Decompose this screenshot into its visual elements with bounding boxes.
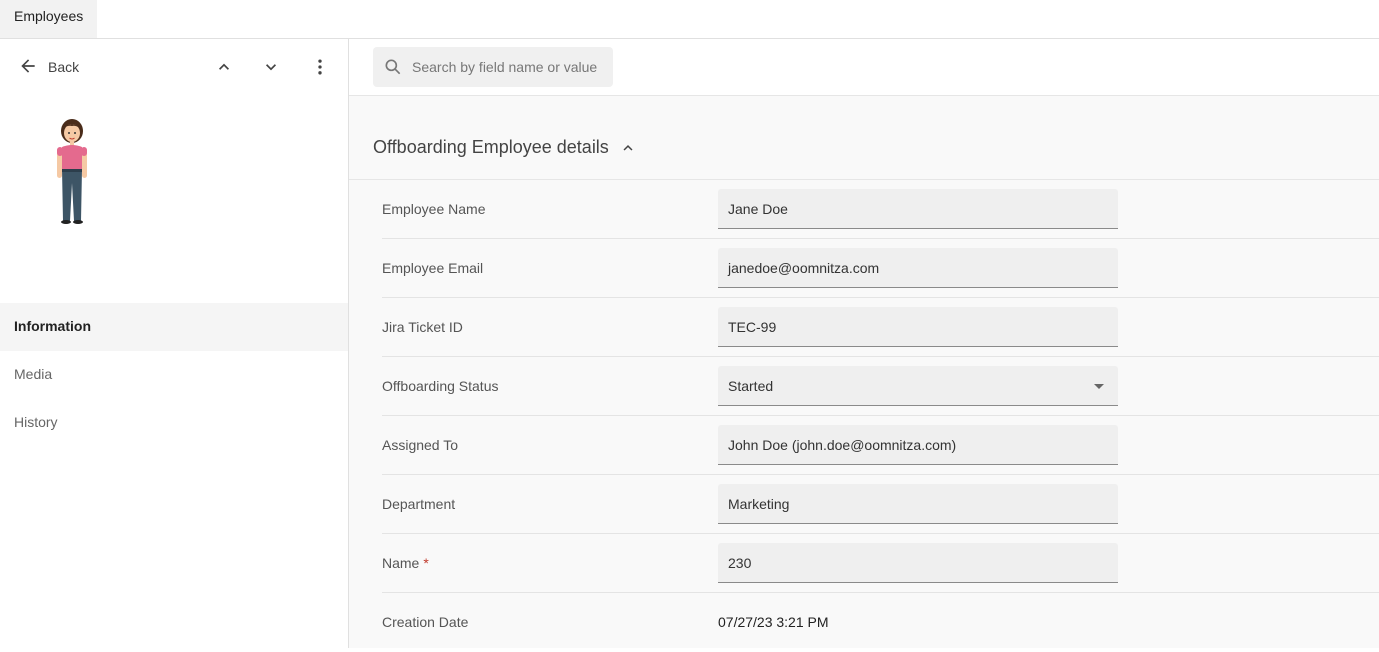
- field-row-department: Department Marketing: [382, 475, 1379, 534]
- details-panel: Offboarding Employee details Employee Na…: [349, 39, 1379, 648]
- field-label: Offboarding Status: [382, 378, 499, 394]
- jira-ticket-field[interactable]: TEC-99: [718, 307, 1118, 347]
- field-row-creation-date: Creation Date 07/27/23 3:21 PM: [382, 593, 1379, 652]
- field-label: Employee Name: [382, 201, 486, 217]
- previous-record-button[interactable]: [213, 56, 235, 78]
- section-toggle[interactable]: Offboarding Employee details: [373, 137, 637, 158]
- field-row-jira-ticket: Jira Ticket ID TEC-99: [382, 298, 1379, 357]
- required-marker: *: [423, 555, 429, 571]
- tab-employees[interactable]: Employees: [0, 0, 97, 38]
- search-box[interactable]: [373, 47, 613, 87]
- nav-history[interactable]: History: [0, 399, 348, 447]
- offboarding-status-select[interactable]: Started: [718, 366, 1118, 406]
- section-title: Offboarding Employee details: [373, 137, 609, 157]
- top-tab-bar: Employees: [0, 0, 1379, 39]
- field-label: Department: [382, 496, 456, 512]
- selected-value: Started: [728, 378, 774, 394]
- field-label: Employee Email: [382, 260, 484, 276]
- field-label: Assigned To: [382, 437, 459, 453]
- back-button[interactable]: Back: [18, 56, 79, 78]
- arrow-left-icon: [18, 56, 38, 79]
- left-panel: Back Information Media History: [0, 39, 349, 648]
- field-label: Jira Ticket ID: [382, 319, 463, 335]
- search-input[interactable]: [412, 59, 612, 75]
- field-label: Creation Date: [382, 614, 469, 630]
- chevron-down-icon: [266, 64, 276, 71]
- back-label: Back: [48, 59, 80, 75]
- search-icon: [385, 59, 401, 75]
- creation-date-value: 07/27/23 3:21 PM: [718, 614, 829, 630]
- next-record-button[interactable]: [260, 56, 282, 78]
- field-row-employee-name: Employee Name Jane Doe: [382, 180, 1379, 239]
- nav-information[interactable]: Information: [0, 303, 348, 351]
- employee-name-field[interactable]: Jane Doe: [718, 189, 1118, 229]
- chevron-up-icon: [219, 63, 229, 70]
- nav-media[interactable]: Media: [0, 351, 348, 399]
- assigned-to-field[interactable]: John Doe (john.doe@oomnitza.com): [718, 425, 1118, 465]
- section-header: Offboarding Employee details: [349, 96, 1379, 180]
- search-bar: [349, 39, 1379, 96]
- dropdown-caret-icon: [1094, 384, 1104, 389]
- field-row-employee-email: Employee Email janedoe@oomnitza.com: [382, 239, 1379, 298]
- department-field[interactable]: Marketing: [718, 484, 1118, 524]
- more-vertical-icon: [318, 59, 322, 75]
- field-row-assigned-to: Assigned To John Doe (john.doe@oomnitza.…: [382, 416, 1379, 475]
- field-row-name: Name * 230: [382, 534, 1379, 593]
- field-row-offboarding-status: Offboarding Status Started: [382, 357, 1379, 416]
- chevron-up-icon: [623, 144, 633, 151]
- more-options-button[interactable]: [309, 56, 331, 78]
- field-label: Name *: [382, 555, 429, 571]
- employee-email-field[interactable]: janedoe@oomnitza.com: [718, 248, 1118, 288]
- name-field[interactable]: 230: [718, 543, 1118, 583]
- name-label-text: Name: [382, 555, 420, 571]
- employee-avatar: [57, 119, 87, 224]
